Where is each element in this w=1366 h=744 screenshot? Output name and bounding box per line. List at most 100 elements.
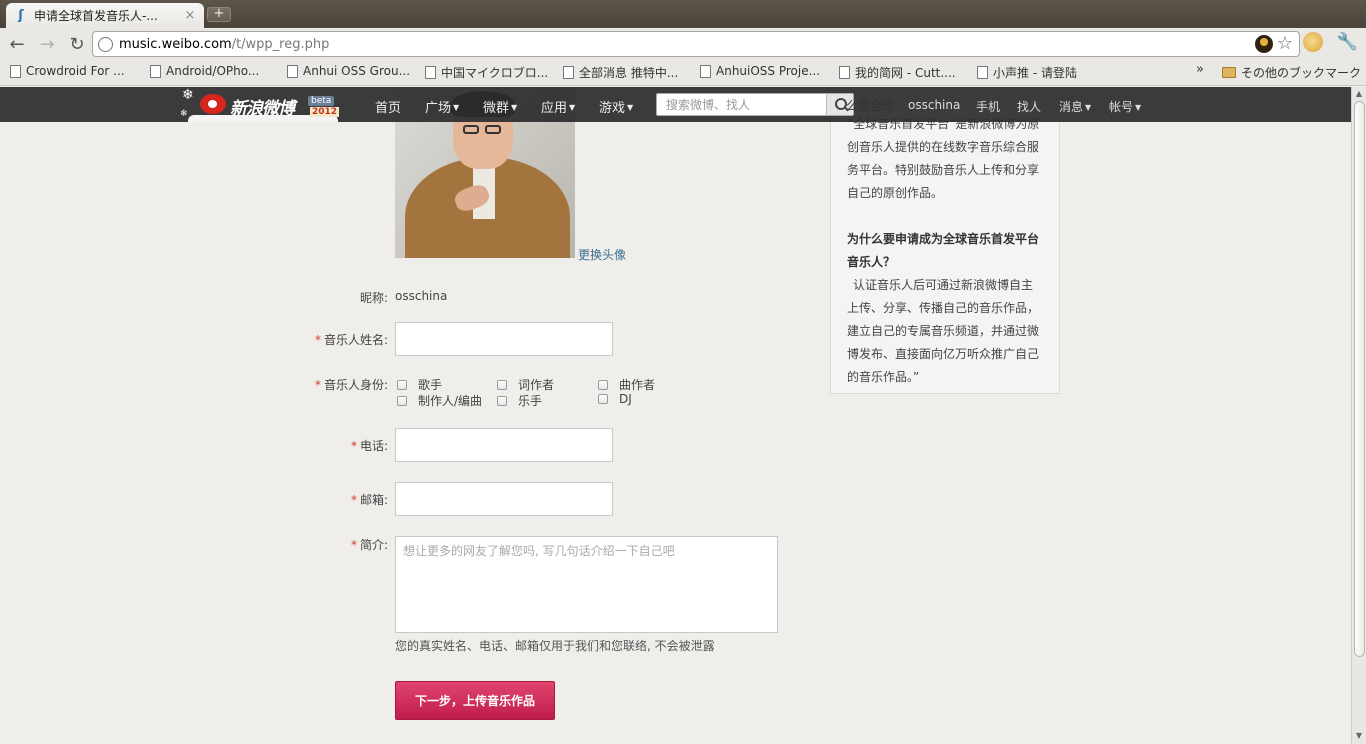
caret-down-icon: ▼ [1085,103,1092,112]
reload-icon[interactable]: ↻ [64,31,90,57]
back-arrow-icon[interactable]: ← [4,31,30,57]
option-label: 制作人/编曲 [418,394,483,408]
info-box: “全球音乐首发平台”是新浪微博为原创音乐人提供的在线数字音乐综合服务平台。特别鼓… [830,87,1060,394]
other-bookmarks-folder[interactable]: その他のブックマーク [1222,64,1361,81]
bio-textarea[interactable] [395,536,778,633]
caret-down-icon: ▼ [627,103,634,112]
bookmark-item[interactable]: AnhuiOSS Proje... [700,64,820,78]
name-label-text: 音乐人姓名: [323,333,388,347]
checkbox[interactable] [497,395,507,406]
required-mark: * [314,333,321,347]
option-label: DJ [619,392,632,406]
nav-label: 游戏 [599,101,626,116]
page-viewport: ❄ ❄ 新浪微博 beta 2012 首页 广场▼ 微群▼ 应用▼ 游戏▼ os… [0,87,1351,744]
weibo-favicon-icon: ʃ [18,7,24,23]
info-question: 为什么要申请成为全球音乐首发平台音乐人？ [847,232,1040,269]
tab-close-icon[interactable]: × [184,8,196,23]
search-input[interactable] [657,94,827,115]
bookmark-item[interactable]: 中国マイクロブロ... [425,64,548,81]
folder-icon [1222,67,1236,78]
vertical-scrollbar[interactable]: ▲ ▼ [1351,87,1366,744]
bookmark-label: Crowdroid For ... [26,64,125,78]
bookmark-star-icon[interactable]: ☆ [1277,35,1293,53]
required-mark: * [350,538,357,552]
nav-item-games[interactable]: 游戏 ▼ [599,97,633,116]
identity-checkbox-lyricist[interactable]: 词作者 [497,376,554,393]
bookmark-label: Android/OPho... [166,64,260,78]
nav-item-groups[interactable]: 微群 ▼ [483,97,517,116]
caret-down-icon: ▼ [1135,103,1142,112]
name-label: * 音乐人姓名: [300,331,388,348]
nav-item-apps[interactable]: 应用 ▼ [541,97,575,116]
nav-item-find-people[interactable]: 找人 [1017,98,1041,115]
bookmark-item[interactable]: Android/OPho... [150,64,259,78]
address-bar[interactable]: music.weibo.com/t/wpp_reg.php ☆ [92,31,1300,57]
checkbox[interactable] [497,379,507,390]
option-label: 歌手 [418,378,443,392]
bookmark-item[interactable]: Crowdroid For ... [10,64,125,78]
option-label: 乐手 [518,394,543,408]
privacy-note: 您的真实姓名、电话、邮箱仅用于我们和您联络, 不会被泄露 [395,639,715,653]
email-input[interactable] [395,482,613,516]
bio-label: * 简介: [300,536,388,553]
new-tab-button[interactable]: + [207,7,231,22]
extension-icon[interactable] [1254,35,1273,53]
required-mark: * [350,493,357,507]
page-icon [839,66,850,79]
option-label: 曲作者 [619,378,656,392]
identity-checkbox-instrumentalist[interactable]: 乐手 [497,392,542,409]
bookmark-item[interactable]: 我的简网 - Cutt.... [839,64,956,81]
checkbox[interactable] [598,394,608,404]
bookmark-item[interactable]: Anhui OSS Grou... [287,64,410,78]
browser-toolbar: ← → ↻ music.weibo.com/t/wpp_reg.php ☆ 🔧 [0,28,1366,60]
forward-arrow-icon[interactable]: → [34,31,60,57]
wrench-menu-icon[interactable]: 🔧 [1337,32,1358,52]
snowflake-icon: ❄ [180,109,188,119]
scroll-thumb[interactable] [1354,101,1365,657]
caret-down-icon: ▼ [511,103,518,112]
tab-title: 申请全球首发音乐人-... [34,9,158,23]
extension-face-icon[interactable] [1302,32,1323,52]
checkbox[interactable] [598,379,608,390]
nav-user-name[interactable]: osschina [908,98,960,112]
nav-label: 消息 [1059,100,1084,114]
url-host: music.weibo.com [119,36,232,52]
info-intro: “全球音乐首发平台”是新浪微博为原创音乐人提供的在线数字音乐综合服务平台。特别鼓… [847,117,1040,200]
nav-item-messages[interactable]: 消息 ▼ [1059,98,1091,115]
page-icon [10,64,21,78]
identity-checkbox-composer[interactable]: 曲作者 [598,376,655,393]
checkbox[interactable] [397,395,407,406]
scroll-up-icon[interactable]: ▲ [1354,88,1364,100]
identity-label-text: 音乐人身份: [323,378,388,392]
nav-label: 应用 [541,101,568,116]
musician-name-input[interactable] [395,322,613,356]
identity-checkbox-dj[interactable]: DJ [598,392,632,406]
browser-tab[interactable]: ʃ 申请全球首发音乐人-... × [6,3,204,28]
bookmarks-overflow-icon[interactable]: » [1196,62,1204,77]
weibo-top-nav: ❄ ❄ 新浪微博 beta 2012 首页 广场▼ 微群▼ 应用▼ 游戏▼ os… [0,87,1351,122]
bookmark-item[interactable]: 小声推 - 请登陆 [977,64,1077,81]
logo-beta: beta [308,96,335,106]
change-avatar-link[interactable]: 更换头像 [578,246,626,263]
scroll-down-icon[interactable]: ▼ [1354,730,1364,742]
identity-checkbox-singer[interactable]: 歌手 [397,376,442,393]
bookmark-label: 全部消息 推特中... [579,66,679,80]
checkbox[interactable] [397,379,407,390]
nav-item-square[interactable]: 广场 ▼ [425,97,459,116]
next-upload-button[interactable]: 下一步，上传音乐作品 [395,681,555,720]
bookmark-item[interactable]: 全部消息 推特中... [563,64,678,81]
weibo-eye-icon [200,94,226,114]
nav-item-home[interactable]: 首页 [375,97,401,116]
nav-item-mobile[interactable]: 手机 [976,98,1000,115]
info-answer: 认证音乐人后可通过新浪微博自主上传、分享、传播自己的音乐作品，建立自己的专属音乐… [847,278,1040,384]
bookmarks-bar: Crowdroid For ... Android/OPho... Anhui … [0,60,1366,86]
bookmark-label: 小声推 - 请登陆 [993,66,1077,80]
weibo-logo[interactable]: ❄ ❄ 新浪微博 beta 2012 [178,87,368,122]
avatar-glasses [463,125,479,134]
phone-input[interactable] [395,428,613,462]
nickname-label: 昵称: [359,291,388,305]
nav-label: 帐号 [1109,100,1134,114]
identity-checkbox-producer[interactable]: 制作人/编曲 [397,392,482,409]
nav-item-account[interactable]: 帐号 ▼ [1109,98,1141,115]
required-mark: * [350,439,357,453]
